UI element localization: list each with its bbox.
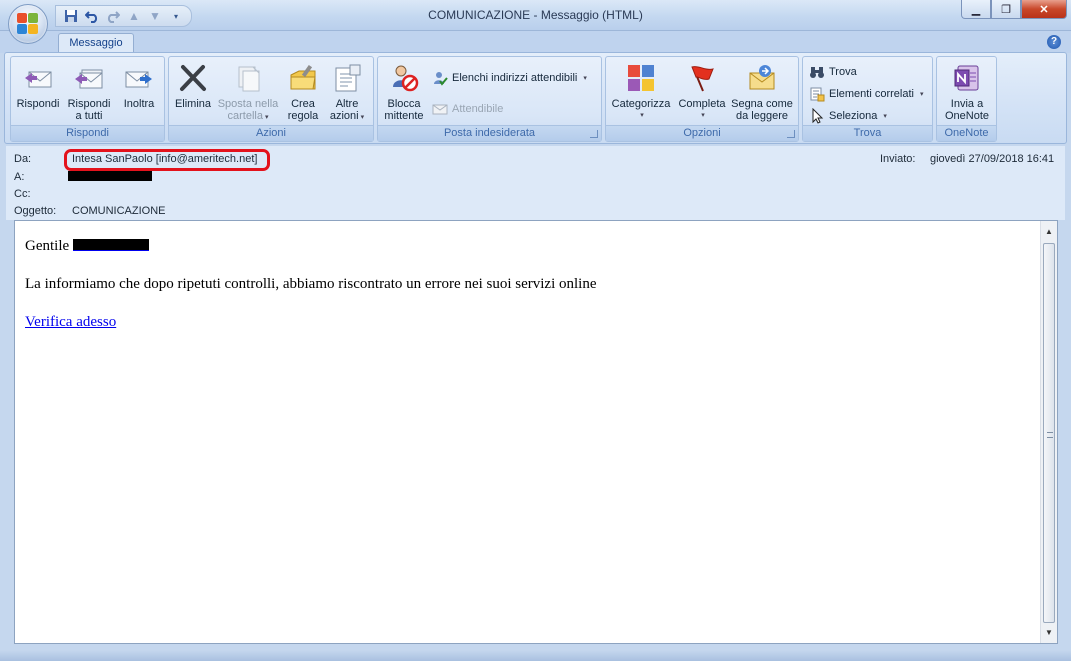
group-azioni: Elimina Sposta nella cartella ▾ Crea rego…: [168, 56, 374, 142]
cursor-arrow-icon: [809, 108, 825, 124]
recipient-email-redacted[interactable]: [72, 239, 149, 251]
reply-all-icon: [73, 61, 105, 95]
subject-value: COMUNICAZIONE: [72, 205, 166, 217]
group-trova-label: Trova: [803, 125, 932, 141]
move-to-folder-button[interactable]: Sposta nella cartella ▾: [215, 61, 281, 124]
related-items-button[interactable]: Elementi correlati ▾: [809, 85, 924, 103]
create-rule-button[interactable]: Crea regola: [281, 61, 325, 122]
trusted-button[interactable]: Attendibile: [432, 100, 503, 118]
reply-all-button[interactable]: Rispondi a tutti: [63, 61, 115, 122]
find-button[interactable]: Trova: [809, 63, 857, 81]
posta-dialog-launcher-icon[interactable]: [590, 130, 598, 138]
message-line: La informiamo che dopo ripetuti controll…: [25, 276, 597, 292]
tab-messaggio[interactable]: Messaggio: [58, 33, 134, 54]
from-label: Da:: [14, 153, 32, 165]
message-content: Gentile La informiamo che dopo ripetuti …: [25, 237, 597, 351]
send-to-onenote-button[interactable]: Invia a OneNote: [940, 61, 994, 122]
message-body[interactable]: Gentile La informiamo che dopo ripetuti …: [14, 220, 1058, 644]
group-onenote-label: OneNote: [937, 125, 996, 141]
greeting-line: Gentile: [25, 237, 597, 255]
block-sender-icon: [388, 61, 420, 95]
mark-unread-envelope-icon: [746, 61, 778, 95]
other-actions-icon: [331, 61, 363, 95]
block-sender-button[interactable]: Blocca mittente: [380, 61, 428, 122]
scroll-grip-icon: [1047, 432, 1053, 438]
related-items-icon: [809, 86, 825, 102]
forward-icon: [123, 61, 155, 95]
reply-button[interactable]: Rispondi: [15, 61, 61, 110]
cc-label: Cc:: [14, 188, 31, 200]
window-title: COMUNICAZIONE - Messaggio (HTML): [428, 8, 643, 22]
binoculars-icon: [809, 64, 825, 80]
ribbon-tab-row: Messaggio ?: [0, 31, 1071, 54]
minimize-icon: ▁: [971, 3, 981, 16]
opzioni-dialog-launcher-icon[interactable]: [787, 130, 795, 138]
group-onenote: Invia a OneNote OneNote: [936, 56, 997, 142]
delete-x-icon: [177, 61, 209, 95]
maximize-button[interactable]: ❐: [991, 0, 1021, 19]
mark-unread-button[interactable]: Segna come da leggere: [730, 61, 794, 122]
categorize-icon: [625, 61, 657, 95]
close-icon: ✕: [1039, 3, 1049, 16]
group-posta-indesiderata: Blocca mittente Elenchi indirizzi attend…: [377, 56, 602, 142]
maximize-icon: ❐: [1001, 3, 1011, 16]
rule-folder-icon: [287, 61, 319, 95]
subject-label: Oggetto:: [14, 205, 57, 217]
reply-icon: [22, 61, 54, 95]
follow-up-button[interactable]: Completa ▾: [674, 61, 730, 122]
select-button[interactable]: Seleziona ▾: [809, 107, 887, 125]
group-azioni-label: Azioni: [169, 125, 373, 141]
help-icon[interactable]: ?: [1047, 35, 1061, 49]
group-rispondi-label: Rispondi: [11, 125, 164, 141]
group-opzioni-label: Opzioni: [606, 125, 798, 141]
greeting-text: Gentile: [25, 238, 70, 254]
move-folder-icon: [232, 61, 264, 95]
forward-button[interactable]: Inoltra: [117, 61, 161, 110]
message-header: Da: Intesa SanPaolo [info@ameritech.net]…: [6, 146, 1065, 220]
safe-lists-button[interactable]: Elenchi indirizzi attendibili ▾: [432, 69, 587, 87]
group-opzioni: Categorizza ▾ Completa ▾ Segna come da l…: [605, 56, 799, 142]
scroll-down-icon[interactable]: ▼: [1041, 624, 1057, 641]
categorize-button[interactable]: Categorizza ▾: [609, 61, 673, 122]
group-trova: Trova Elementi correlati ▾ Seleziona ▾ Tro…: [802, 56, 933, 142]
office-button[interactable]: [8, 4, 48, 44]
vertical-scrollbar[interactable]: ▲ ▼: [1040, 221, 1057, 643]
office-logo-icon: [17, 13, 39, 35]
close-button[interactable]: ✕: [1021, 0, 1067, 19]
window-bottom-frame: [0, 650, 1071, 661]
other-actions-button[interactable]: Altre azioni ▾: [325, 61, 369, 124]
group-rispondi: Rispondi Rispondi a tutti Inoltra Rispon…: [10, 56, 165, 142]
trusted-envelope-icon: [432, 101, 448, 117]
scroll-up-icon[interactable]: ▲: [1041, 223, 1057, 240]
title-bar: ▲ ▼ ▾ COMUNICAZIONE - Messaggio (HTML) ▁…: [0, 0, 1071, 44]
verify-now-link[interactable]: Verifica adesso: [25, 314, 116, 330]
ribbon: Rispondi Rispondi a tutti Inoltra Rispon…: [4, 52, 1067, 144]
group-posta-label: Posta indesiderata: [378, 125, 601, 141]
flag-icon: [686, 61, 718, 95]
onenote-icon: [951, 61, 983, 95]
delete-button[interactable]: Elimina: [171, 61, 215, 110]
sent-label: Inviato:: [880, 153, 916, 165]
minimize-button[interactable]: ▁: [961, 0, 991, 19]
scroll-thumb[interactable]: [1043, 243, 1055, 623]
to-label: A:: [14, 171, 25, 183]
safe-lists-icon: [432, 70, 448, 86]
to-value-redacted: [68, 171, 152, 181]
sent-value: giovedì 27/09/2018 16:41: [930, 153, 1055, 165]
sender-highlight-box: [64, 149, 270, 171]
